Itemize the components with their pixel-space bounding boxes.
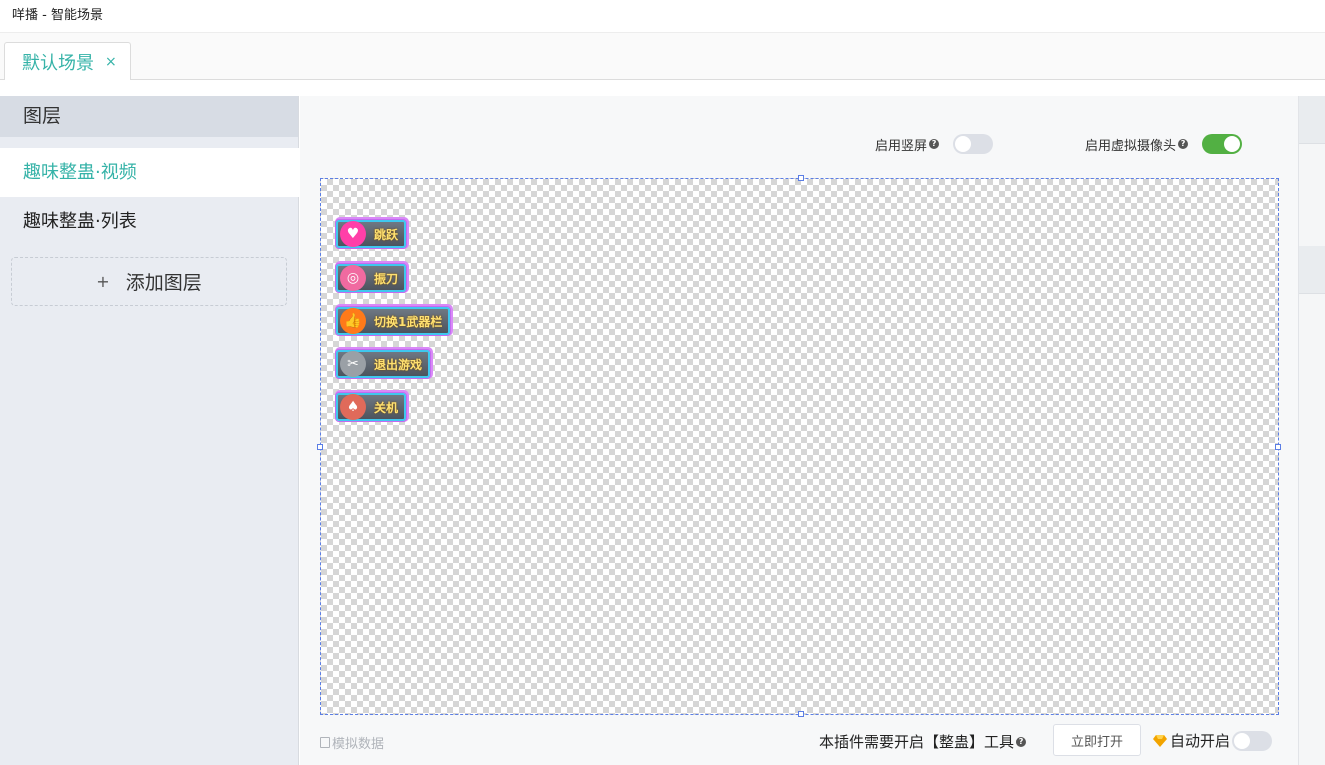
open-now-button[interactable]: 立即打开 [1053, 724, 1141, 756]
toggle-knob [1224, 136, 1241, 152]
resize-handle[interactable] [798, 711, 804, 717]
help-icon[interactable]: ? [1178, 139, 1189, 149]
action-label: 跳跃 [374, 227, 399, 242]
plugin-note-text: 本插件需要开启【整蛊】工具 [819, 733, 1015, 751]
help-icon[interactable]: ? [929, 139, 940, 149]
right-panel-section[interactable] [1299, 246, 1325, 294]
save-icon [320, 737, 330, 748]
help-icon[interactable]: ? [1016, 736, 1027, 747]
heart-icon: ♥ [340, 221, 366, 247]
layer-item-prank-list[interactable]: 趣味整蛊·列表 [0, 197, 299, 246]
resize-handle[interactable] [317, 444, 323, 450]
toggle-knob [1234, 732, 1251, 749]
tab-default-scene[interactable]: 默认场景 × [4, 42, 131, 80]
scissors-icon: ✂ [340, 351, 366, 377]
resize-handle[interactable] [798, 175, 804, 181]
right-panel-section[interactable] [1299, 96, 1325, 144]
action-button-switch-weapon[interactable]: 👍 切换1武器栏 [336, 307, 451, 335]
mushroom-icon: ♠ [340, 394, 366, 420]
lollipop-icon: ◎ [340, 265, 366, 291]
action-label: 振刀 [374, 271, 399, 286]
vertical-screen-setting: 启用竖屏 ? [875, 134, 994, 154]
diamond-icon [1153, 734, 1167, 747]
window-title: 咩播 - 智能场景 [0, 0, 1325, 33]
action-button-exit-game[interactable]: ✂ 退出游戏 [336, 350, 431, 378]
action-button-parry[interactable]: ◎ 振刀 [336, 264, 407, 292]
plugin-requirement-note: 本插件需要开启【整蛊】工具 ? [819, 731, 1027, 752]
scene-tab-bar: 默认场景 × [0, 33, 1325, 80]
auto-open-toggle[interactable] [1232, 730, 1273, 751]
add-layer-button[interactable]: + 添加图层 [11, 257, 287, 306]
layer-item-prank-video[interactable]: 趣味整蛊·视频 [0, 148, 299, 197]
close-icon[interactable]: × [105, 54, 117, 70]
layers-header: 图层 [0, 96, 298, 137]
mock-data-label: 模拟数据 [332, 737, 385, 752]
scene-canvas[interactable]: ♥ 跳跃 ◎ 振刀 👍 切换1武器栏 ✂ 退出游戏 ♠ 关机 [317, 175, 1281, 717]
toggle-knob [955, 136, 972, 152]
action-label: 关机 [374, 400, 399, 415]
right-panel-collapsed [1298, 96, 1325, 765]
action-label: 切换1武器栏 [374, 314, 443, 329]
resize-handle[interactable] [1275, 444, 1281, 450]
thumbs-up-icon: 👍 [340, 308, 366, 334]
virtual-camera-setting: 启用虚拟摄像头 ? [1085, 134, 1243, 154]
add-layer-label: 添加图层 [125, 272, 202, 294]
virtual-camera-label: 启用虚拟摄像头 [1085, 138, 1177, 154]
tab-label: 默认场景 [22, 52, 94, 74]
vertical-screen-toggle[interactable] [953, 134, 994, 154]
action-button-shutdown[interactable]: ♠ 关机 [336, 393, 407, 421]
action-label: 退出游戏 [374, 357, 423, 372]
auto-open-setting: 自动开启 [1153, 730, 1273, 751]
virtual-camera-toggle[interactable] [1202, 134, 1243, 154]
plus-icon: + [96, 272, 110, 291]
action-button-jump[interactable]: ♥ 跳跃 [336, 220, 407, 248]
layers-sidebar: 图层 趣味整蛊·视频 趣味整蛊·列表 + 添加图层 [0, 96, 299, 765]
vertical-screen-label: 启用竖屏 [875, 138, 928, 154]
mock-data-link[interactable]: 模拟数据 [320, 733, 384, 752]
auto-open-label: 自动开启 [1170, 732, 1231, 750]
